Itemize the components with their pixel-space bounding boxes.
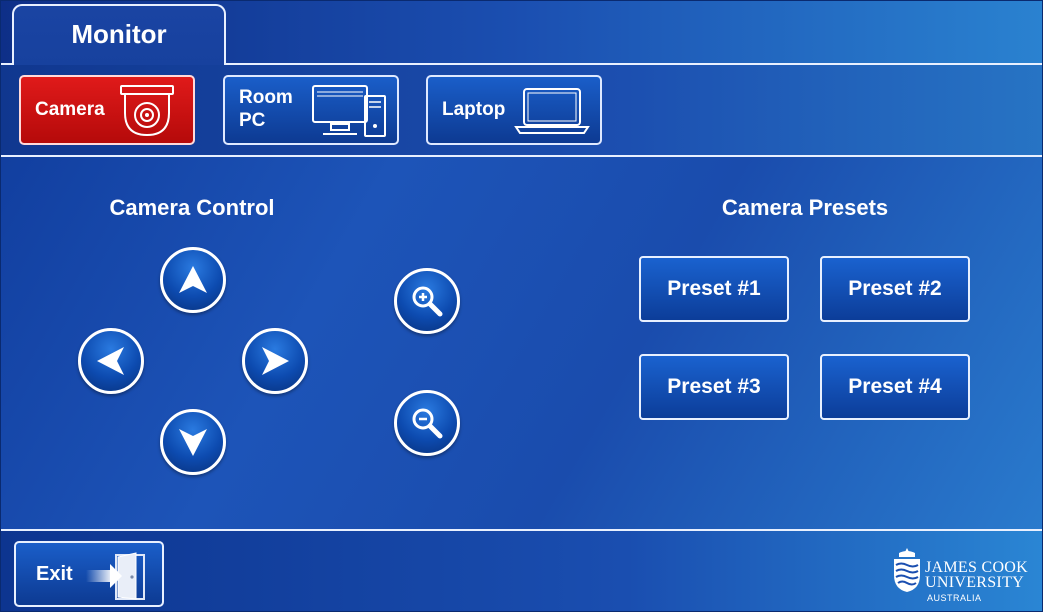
source-button-laptop[interactable]: Laptop <box>426 75 602 145</box>
preset-2-button[interactable]: Preset #2 <box>820 256 970 322</box>
zoom-out-button[interactable] <box>394 390 460 456</box>
pan-left-button[interactable] <box>78 328 144 394</box>
preset-4-button[interactable]: Preset #4 <box>820 354 970 420</box>
footer-bar: Exit JAMES COOK UNIVERSITY AUSTRALIA <box>1 529 1042 611</box>
exit-label: Exit <box>36 562 73 585</box>
laptop-icon <box>514 83 590 145</box>
pan-down-button[interactable] <box>160 409 226 475</box>
security-camera-icon <box>111 83 183 145</box>
pan-right-button[interactable] <box>242 328 308 394</box>
university-logo: JAMES COOK UNIVERSITY AUSTRALIA <box>891 543 1036 609</box>
logo-text-line2: UNIVERSITY <box>925 574 1024 591</box>
source-select-row: Camera Room PC Laptop <box>1 65 1042 157</box>
source-camera-label: Camera <box>35 98 105 120</box>
arrow-up-icon <box>179 266 207 293</box>
door-exit-icon <box>84 549 154 609</box>
source-room-pc-label: Room PC <box>239 77 293 143</box>
tab-monitor-label: Monitor <box>71 18 167 49</box>
crest-icon <box>894 548 920 592</box>
source-laptop-label: Laptop <box>442 98 506 120</box>
source-room-pc-line2: PC <box>239 110 266 131</box>
zoom-in-icon <box>412 286 443 317</box>
control-panel: Monitor Camera Room PC Laptop Camera Con… <box>0 0 1043 612</box>
source-button-room-pc[interactable]: Room PC <box>223 75 399 145</box>
camera-panel: Camera Control Camera Presets Preset #1 … <box>1 159 1042 527</box>
source-button-camera[interactable]: Camera <box>19 75 195 145</box>
exit-button[interactable]: Exit <box>14 541 164 607</box>
camera-control-title: Camera Control <box>109 195 275 220</box>
arrow-down-icon <box>179 429 207 456</box>
camera-presets-title: Camera Presets <box>721 195 889 220</box>
arrow-right-icon <box>262 347 289 375</box>
logo-text-line3: AUSTRALIA <box>927 593 982 603</box>
source-room-pc-line1: Room <box>239 87 293 109</box>
preset-3-button[interactable]: Preset #3 <box>639 354 789 420</box>
desktop-pc-icon <box>309 82 389 146</box>
arrow-left-icon <box>97 347 124 375</box>
zoom-in-button[interactable] <box>394 268 460 334</box>
pan-up-button[interactable] <box>160 247 226 313</box>
zoom-out-icon <box>412 408 443 439</box>
tab-monitor[interactable]: Monitor <box>12 4 226 66</box>
preset-1-button[interactable]: Preset #1 <box>639 256 789 322</box>
tab-bar: Monitor <box>1 1 1042 66</box>
